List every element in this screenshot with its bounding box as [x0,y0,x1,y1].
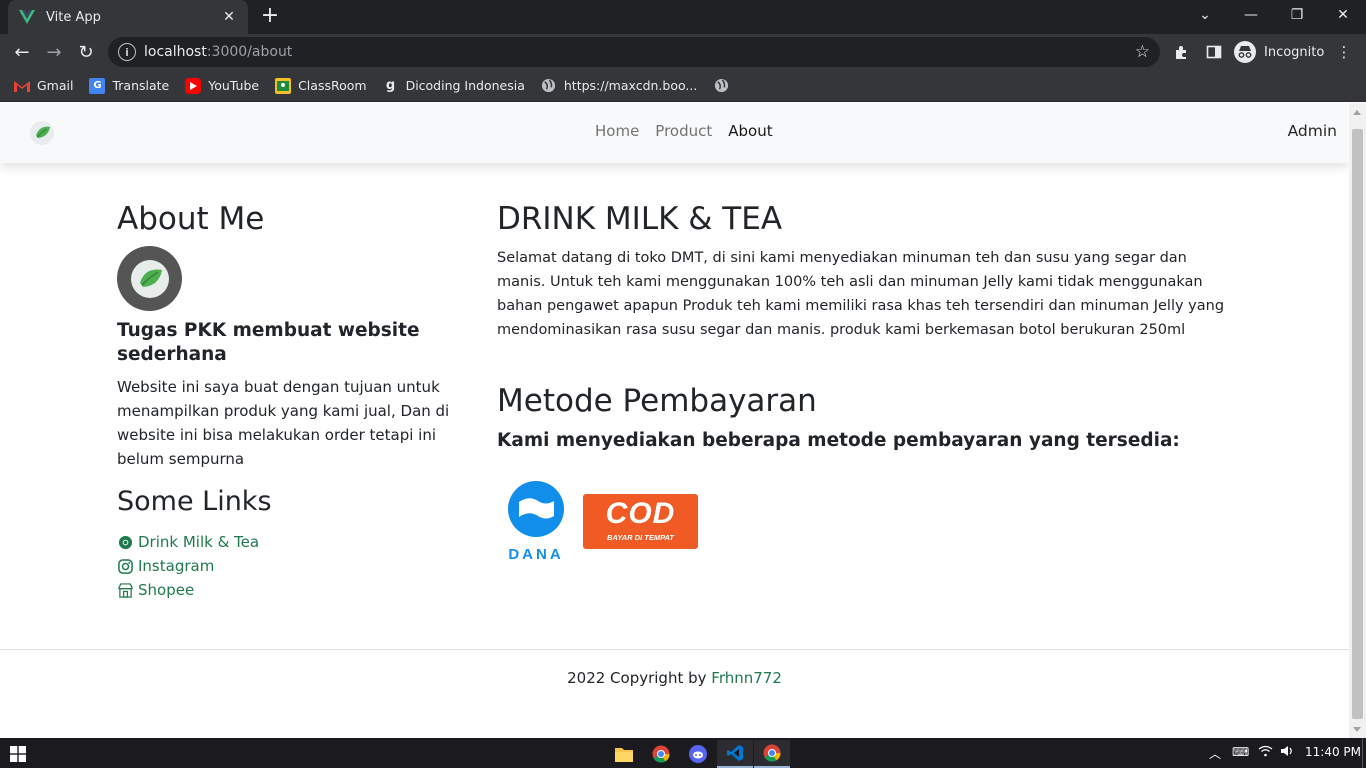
tab-search-icon[interactable]: ⌄ [1182,0,1228,30]
forward-icon[interactable]: → [40,38,68,66]
chrome-taskbar-icon[interactable] [643,740,679,768]
admin-link[interactable]: Admin [1288,122,1337,140]
incognito-icon [1234,41,1256,63]
keyboard-layout-icon[interactable]: ⌨ [1232,745,1249,759]
menu-icon[interactable]: ⋮ [1332,40,1356,64]
incognito-label: Incognito [1264,44,1325,60]
volume-icon[interactable] [1280,745,1295,760]
tray-chevron-icon[interactable]: ︿ [1209,745,1221,762]
bookmark-classroom[interactable]: ClassRoom [275,77,367,94]
bookmarks-bar: Gmail G Translate YouTube ClassRoom g Di… [0,70,1366,102]
link-drink-milk-tea[interactable]: Drink Milk & Tea [117,530,259,554]
nav-product-link[interactable]: Product [655,122,712,140]
nav-links: Home Product About [595,122,789,140]
avatar [117,246,182,311]
globe-icon [713,78,729,94]
side-panel-icon[interactable] [1202,40,1226,64]
reload-icon[interactable]: ↻ [72,38,100,66]
info-icon[interactable]: i [118,43,136,61]
drink-description: Selamat datang di toko DMT, di sini kami… [497,250,1225,338]
back-icon[interactable]: ← [8,38,36,66]
page-scrollbar[interactable] [1349,103,1366,738]
tab-title: Vite App [46,9,101,25]
browser-tab[interactable]: Vite App ✕ [8,0,248,34]
instagram-icon [117,558,133,574]
brand-logo[interactable] [28,119,56,147]
about-subtitle: Tugas PKK membuat website sederhana [117,320,420,365]
scroll-down-icon[interactable] [1353,727,1361,732]
footer-text: 2022 Copyright by [567,669,712,687]
payment-title: Metode Pembayaran [497,383,817,419]
cod-label: COD [605,497,676,530]
scroll-thumb[interactable] [1352,129,1363,719]
footer-divider [0,649,1349,650]
dana-label: DANA [508,546,564,563]
bookmark-globe[interactable] [713,78,736,94]
tab-close-icon[interactable]: ✕ [220,9,238,25]
footer-author-link[interactable]: Frhnn772 [711,669,782,687]
bookmark-translate[interactable]: G Translate [89,77,169,94]
minimize-icon[interactable]: — [1228,0,1274,30]
chrome-active-taskbar-icon[interactable] [754,740,790,768]
restore-icon[interactable]: ❐ [1274,0,1320,30]
dana-logo: DANA [505,480,567,564]
address-bar[interactable]: i localhost:3000/about ☆ [108,37,1160,67]
extensions-icon[interactable] [1170,40,1194,64]
file-explorer-icon[interactable] [606,740,642,768]
classroom-icon [275,77,292,94]
wifi-icon[interactable] [1258,745,1273,760]
bookmark-star-icon[interactable]: ☆ [1135,42,1150,62]
links-list: Drink Milk & Tea Instagram Shopee [117,530,259,602]
about-title: About Me [117,201,265,237]
footer: 2022 Copyright by Frhnn772 [0,669,1349,687]
dicoding-icon: g [385,78,396,93]
browser-toolbar: ← → ↻ i localhost:3000/about ☆ Incognito… [0,34,1366,70]
chrome-icon [117,534,133,550]
windows-start-icon[interactable] [0,740,36,768]
incognito-badge[interactable]: Incognito [1234,39,1324,65]
nav-home-link[interactable]: Home [595,122,639,140]
link-shopee[interactable]: Shopee [117,578,259,602]
url-host: localhost [144,44,207,60]
show-desktop-button[interactable] [1362,738,1363,768]
bookmark-gmail[interactable]: Gmail [14,78,73,94]
youtube-icon [185,77,202,94]
links-title: Some Links [117,486,272,517]
vscode-icon[interactable] [717,740,753,768]
cod-sublabel: BAYAR DI TEMPAT [607,533,674,542]
page-viewport: Home Product About Admin About Me Tugas … [0,103,1349,738]
taskbar: ︿ ⌨ 11:40 PM [0,738,1366,768]
nav-about-link[interactable]: About [728,122,772,140]
discord-icon[interactable] [680,740,716,768]
link-instagram[interactable]: Instagram [117,554,259,578]
new-tab-button[interactable]: + [258,4,282,28]
clock[interactable]: 11:40 PM [1305,745,1361,759]
tab-strip: Vite App ✕ + ⌄ — ❐ ✕ [0,0,1366,34]
bookmark-maxcdn[interactable]: https://maxcdn.boo... [541,78,697,94]
bookmark-dicoding[interactable]: g Dicoding Indonesia [383,78,525,94]
payment-subtitle: Kami menyediakan beberapa metode pembaya… [497,430,1180,451]
scroll-up-icon[interactable] [1353,110,1361,115]
url-path: :3000/about [206,44,293,60]
shop-icon [117,582,133,598]
bookmark-youtube[interactable]: YouTube [185,77,259,94]
cod-logo: COD BAYAR DI TEMPAT [583,494,698,549]
vite-icon [18,8,36,26]
about-description: Website ini saya buat dengan tujuan untu… [117,378,450,468]
gmail-icon [14,78,30,94]
translate-icon: G [89,77,106,94]
site-navbar: Home Product About Admin [0,103,1349,163]
close-window-icon[interactable]: ✕ [1320,0,1366,30]
globe-icon [541,78,557,94]
drink-title: DRINK MILK & TEA [497,201,783,237]
